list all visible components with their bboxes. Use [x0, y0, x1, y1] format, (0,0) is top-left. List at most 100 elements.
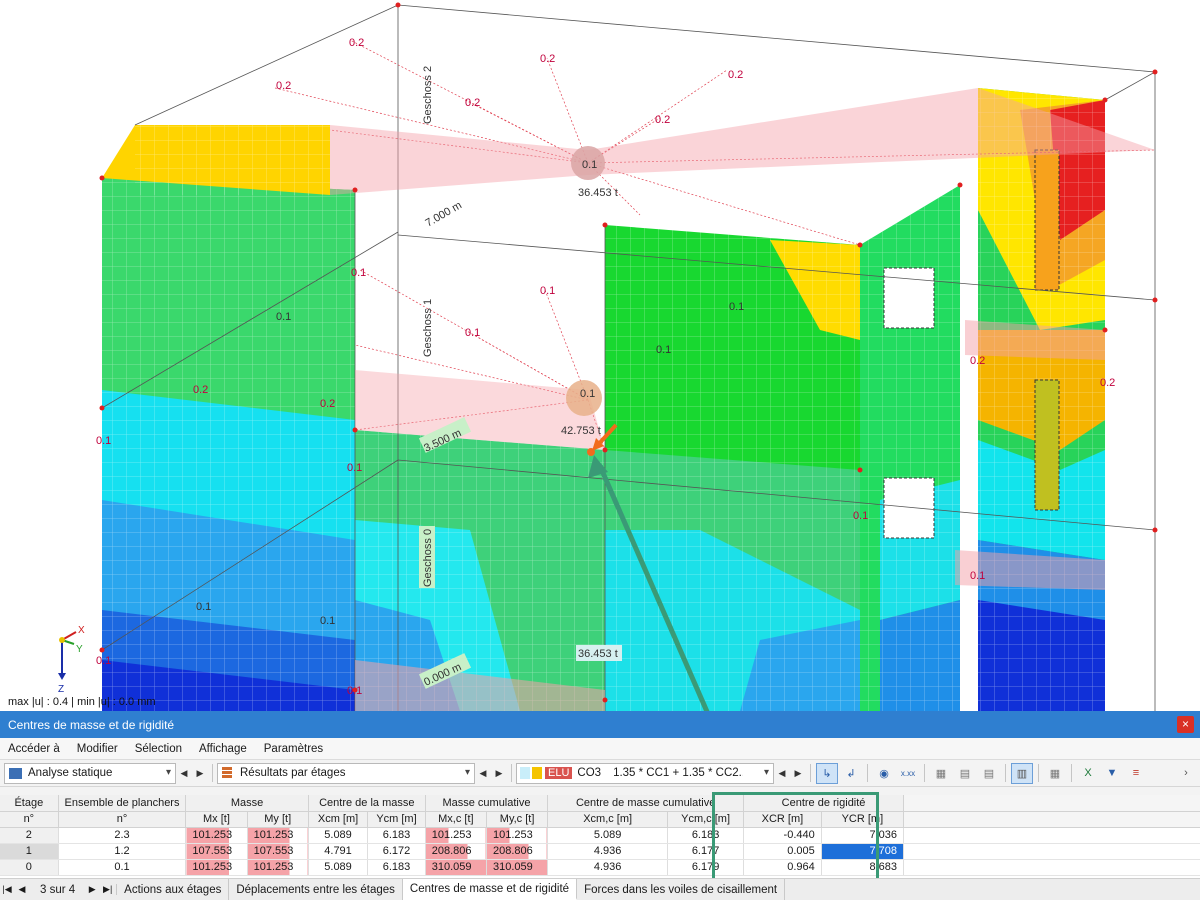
cell-ycmc[interactable]: 6.183	[667, 827, 745, 844]
cell-myc[interactable]: 208.806	[486, 843, 549, 860]
cell-ycm[interactable]: 6.172	[367, 843, 426, 860]
table-layout-icon[interactable]: ▦	[930, 763, 952, 784]
panel-title-bar: Centres de masse et de rigidité	[0, 711, 1200, 738]
cell-floor-sets[interactable]: 2.3	[58, 827, 187, 844]
color-scale-icon[interactable]: ≡	[1125, 763, 1147, 784]
tab-story-actions[interactable]: Actions aux étages	[117, 879, 230, 900]
cell-ycr[interactable]: 7.036	[821, 827, 905, 844]
cell-myc[interactable]: 310.059	[486, 859, 549, 876]
col-ycm: Ycm [m]	[367, 811, 426, 828]
contour-label: 0.1	[729, 301, 744, 313]
decimal-places-icon[interactable]: x.xx	[897, 763, 919, 784]
close-button[interactable]: ×	[1177, 716, 1194, 733]
first-page-icon[interactable]: |◀	[0, 884, 14, 895]
cell-ycmc[interactable]: 6.179	[667, 859, 745, 876]
table-row[interactable]: 0 0.1 101.253 101.253 5.089 6.183 310.05…	[0, 859, 1200, 876]
cell-filler	[903, 843, 1200, 860]
contour-label: 0.1	[96, 435, 111, 447]
prev-page-icon[interactable]: ◀	[14, 884, 30, 895]
cell-xcr[interactable]: 0.005	[743, 843, 822, 860]
cell-mxc[interactable]: 310.059	[425, 859, 487, 876]
results-type-select[interactable]: Résultats par étages ▾	[217, 762, 475, 784]
toolbar: Analyse statique ▾ ◀ ▶ Résultats par éta…	[0, 760, 1200, 787]
cell-my[interactable]: 101.253	[247, 859, 309, 876]
column-align-icon[interactable]: ▥	[1011, 762, 1033, 784]
last-page-icon[interactable]: ▶|	[99, 884, 118, 895]
table-tab-bar: |◀ ◀ 3 sur 4 ▶ ▶| Actions aux étages Dép…	[0, 878, 1200, 900]
view-icon[interactable]: ◉	[873, 763, 895, 784]
cell-floor[interactable]: 0	[0, 859, 59, 876]
cell-floor[interactable]: 1	[0, 843, 59, 860]
contour-label: 0.1	[347, 685, 362, 697]
cell-my[interactable]: 101.253	[247, 827, 309, 844]
cell-ycr-selected[interactable]: 7.708	[821, 843, 905, 860]
cell-ycm[interactable]: 6.183	[367, 859, 426, 876]
menu-selection[interactable]: Sélection	[135, 743, 182, 755]
cell-floor-sets[interactable]: 1.2	[58, 843, 187, 860]
col-my: My [t]	[247, 811, 309, 828]
right-wall	[962, 88, 1105, 711]
table-row[interactable]: 1 1.2 107.553 107.553 4.791 6.172 208.80…	[0, 843, 1200, 860]
next-combination-button[interactable]: ▶	[790, 763, 806, 784]
cell-xcmc[interactable]: 4.936	[547, 843, 669, 860]
cell-mx[interactable]: 101.253	[185, 827, 248, 844]
excel-export-icon[interactable]: X	[1077, 763, 1099, 784]
cell-my[interactable]: 107.553	[247, 843, 309, 860]
tab-shear-wall-forces[interactable]: Forces dans les voiles de cisaillement	[577, 879, 786, 900]
cell-ycm[interactable]: 6.183	[367, 827, 426, 844]
contour-label: 0.1	[656, 344, 671, 356]
contour-label: 0.2	[276, 80, 291, 92]
overflow-chevron-icon[interactable]: ›	[1175, 763, 1197, 784]
prev-analysis-button[interactable]: ◀	[176, 763, 192, 784]
svg-text:X: X	[78, 625, 85, 636]
col-filler	[903, 795, 1200, 812]
cell-mx[interactable]: 101.253	[185, 859, 248, 876]
filter-icon[interactable]: ▼	[1101, 763, 1123, 784]
cell-xcr[interactable]: -0.440	[743, 827, 822, 844]
cell-mxc[interactable]: 101.253	[425, 827, 487, 844]
select-in-model-icon[interactable]: ↲	[840, 763, 862, 784]
table-row[interactable]: 2 2.3 101.253 101.253 5.089 6.183 101.25…	[0, 827, 1200, 844]
cell-xcmc[interactable]: 4.936	[547, 859, 669, 876]
import-icon[interactable]: ▤	[978, 763, 1000, 784]
cell-floor-sets[interactable]: 0.1	[58, 859, 187, 876]
cell-xcr[interactable]: 0.964	[743, 859, 822, 876]
model-viewport[interactable]: 0.2 0.2 0.2 0.2 0.2 0.2 0.2 0.2 0.2 0.2 …	[0, 0, 1200, 711]
col-group-stiffness-centre: Centre de rigidité	[743, 795, 904, 812]
cell-ycmc[interactable]: 6.177	[667, 843, 745, 860]
cell-xcm[interactable]: 4.791	[308, 843, 369, 860]
prev-results-button[interactable]: ◀	[475, 763, 491, 784]
cell-mx[interactable]: 107.553	[185, 843, 248, 860]
mass-label: 36.453 t	[578, 648, 618, 660]
next-results-button[interactable]: ▶	[491, 763, 507, 784]
cell-myc[interactable]: 101.253	[486, 827, 549, 844]
menu-go-to[interactable]: Accéder à	[8, 743, 60, 755]
tab-mass-stiffness-centres[interactable]: Centres de masse et de rigidité	[402, 879, 578, 900]
cell-floor[interactable]: 2	[0, 827, 59, 844]
next-analysis-button[interactable]: ▶	[192, 763, 208, 784]
cell-xcm[interactable]: 5.089	[308, 859, 369, 876]
cell-xcmc[interactable]: 5.089	[547, 827, 669, 844]
menu-view[interactable]: Affichage	[199, 743, 247, 755]
elu-badge: ELU	[545, 767, 573, 779]
separator	[867, 764, 868, 782]
cell-xcm[interactable]: 5.089	[308, 827, 369, 844]
cell-mxc[interactable]: 208.806	[425, 843, 487, 860]
cell-ycr[interactable]: 8.683	[821, 859, 905, 876]
contour-label: 0.1	[196, 601, 211, 613]
export-icon[interactable]: ▤	[954, 763, 976, 784]
cell-filler	[903, 859, 1200, 876]
contour-label: 0.1	[853, 510, 868, 522]
menu-edit[interactable]: Modifier	[77, 743, 118, 755]
analysis-type-select[interactable]: Analyse statique ▾	[4, 762, 176, 784]
prev-combination-button[interactable]: ◀	[774, 763, 790, 784]
svg-text:Geschoss 2: Geschoss 2	[422, 66, 434, 124]
grid-icon[interactable]: ▦	[1044, 763, 1066, 784]
tab-interstory-drift[interactable]: Déplacements entre les étages	[229, 879, 403, 900]
show-selection-icon[interactable]: ↳	[816, 762, 838, 784]
load-combination-select[interactable]: ELU CO3 1.35 * CC1 + 1.35 * CC2... ▾	[516, 762, 774, 784]
menu-settings[interactable]: Paramètres	[264, 743, 323, 755]
analysis-icon	[9, 767, 22, 779]
next-page-icon[interactable]: ▶	[85, 884, 99, 895]
results-table-area: Étage Ensemble de planchers Masse Centre…	[0, 795, 1200, 878]
